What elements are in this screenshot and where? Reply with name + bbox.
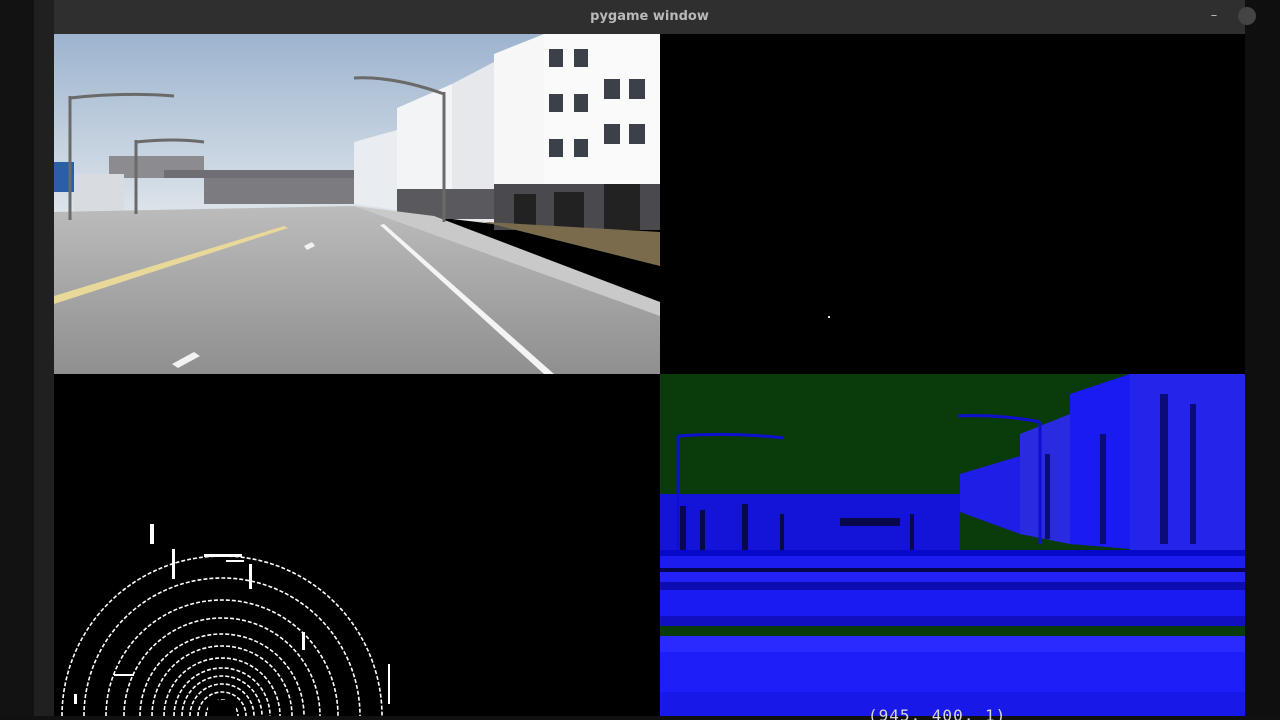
semantic-segmentation-image — [660, 374, 1245, 716]
desktop-left-shadow — [34, 0, 54, 720]
window-content[interactable] — [54, 34, 1245, 716]
window-title: pygame window — [590, 9, 709, 24]
taskbar-strip — [0, 716, 1280, 720]
depth-camera-image — [828, 316, 830, 318]
semantic-camera-panel — [660, 374, 1245, 716]
desktop-left-strip — [0, 0, 34, 720]
terminal-overlay-text: (945, 400, 1) — [868, 706, 1007, 720]
close-button[interactable] — [1238, 7, 1256, 25]
minimize-button[interactable]: – — [1202, 4, 1226, 28]
lidar-point-cloud — [61, 524, 390, 716]
lidar-panel — [54, 374, 660, 716]
window-titlebar[interactable]: pygame window – — [54, 0, 1256, 35]
desktop-right-strip — [1245, 0, 1280, 720]
rgb-camera-panel — [54, 34, 660, 374]
rgb-camera-image — [54, 34, 660, 374]
depth-camera-panel — [660, 34, 1245, 374]
pygame-window[interactable]: pygame window – — [54, 0, 1256, 716]
